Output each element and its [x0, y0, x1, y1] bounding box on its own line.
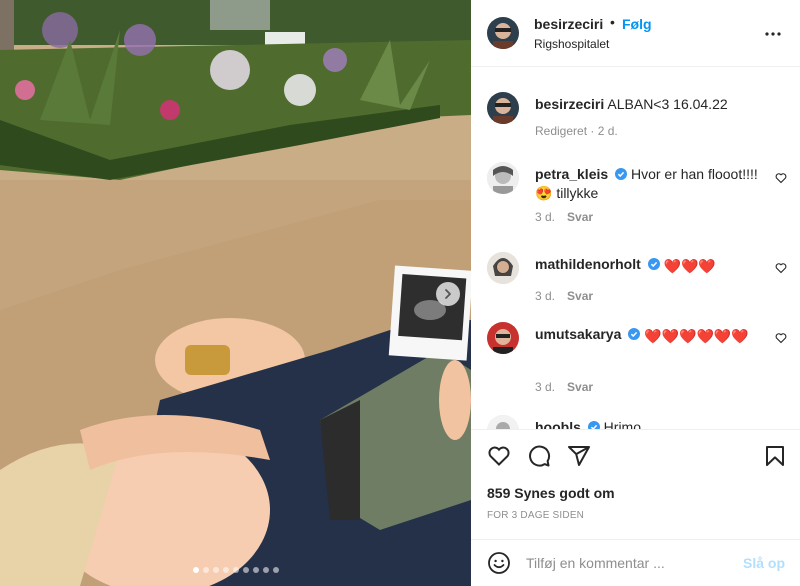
avatar-image	[487, 17, 519, 49]
heart-icon[interactable]	[775, 172, 787, 184]
heart-icon[interactable]	[775, 332, 787, 344]
carousel-dot	[232, 567, 239, 573]
avatar[interactable]	[487, 17, 519, 49]
avatar-image	[487, 415, 519, 429]
photo-scene	[0, 0, 471, 586]
verified-badge-icon	[647, 258, 660, 270]
comment-meta: 3 d. Svar	[535, 380, 605, 394]
comments-list: besirzeciri ALBAN<3 16.04.22 Redigeret ·…	[471, 67, 800, 429]
comment-time: 3 d.	[535, 210, 556, 224]
heart-icon[interactable]	[775, 262, 787, 274]
avatar-image	[487, 252, 519, 284]
follow-button[interactable]: Følg	[622, 16, 652, 32]
post-timestamp: FOR 3 DAGE SIDEN	[487, 510, 585, 521]
carousel-dot	[252, 567, 259, 573]
comment-text: ❤️❤️❤️❤️❤️❤️	[644, 328, 749, 344]
share-icon[interactable]	[567, 444, 591, 468]
carousel-dot	[202, 567, 209, 573]
carousel-dot	[222, 567, 229, 573]
reply-button[interactable]: Svar	[567, 210, 593, 224]
verified-badge-icon	[628, 328, 641, 340]
likes-count[interactable]: 859 Synes godt om	[487, 485, 615, 501]
comment-meta: 3 d. Svar	[535, 210, 605, 224]
comment-time: 3 d.	[535, 289, 556, 303]
reply-button[interactable]: Svar	[567, 380, 593, 394]
verified-badge-icon	[615, 168, 628, 180]
post-header: besirzeciri • Følg Rigshospitalet	[471, 0, 800, 67]
avatar[interactable]	[487, 322, 519, 354]
more-options-icon[interactable]	[763, 24, 783, 44]
comment-meta: 3 d. Svar	[535, 289, 605, 303]
separator: •	[610, 14, 615, 30]
comment-username[interactable]: hoobls	[535, 419, 581, 429]
avatar[interactable]	[487, 415, 519, 429]
heart-icon[interactable]	[487, 444, 511, 468]
avatar-image	[487, 162, 519, 194]
comment-username[interactable]: petra_kleis	[535, 166, 608, 182]
caption-text: ALBAN<3 16.04.22	[607, 96, 728, 112]
reply-button[interactable]: Svar	[567, 289, 593, 303]
comment-username[interactable]: mathildenorholt	[535, 256, 641, 272]
carousel-dot	[262, 567, 269, 573]
verified-badge-icon	[587, 421, 600, 429]
add-comment-bar: Slå op	[471, 539, 800, 586]
avatar[interactable]	[487, 92, 519, 124]
comment-time: 3 d.	[535, 380, 556, 394]
comment-input[interactable]	[526, 552, 726, 574]
post-comment-button[interactable]: Slå op	[743, 555, 785, 571]
carousel-dot	[272, 567, 279, 573]
post-photo	[0, 0, 471, 586]
carousel-indicator	[0, 567, 471, 573]
avatar-image	[487, 322, 519, 354]
post-location[interactable]: Rigshospitalet	[534, 37, 609, 51]
emoji-icon[interactable]	[487, 551, 511, 575]
comment-icon[interactable]	[527, 444, 551, 468]
post-sidebar: besirzeciri • Følg Rigshospitalet besirz…	[471, 0, 800, 586]
comment-text: Hrimo	[603, 419, 642, 429]
author-username[interactable]: besirzeciri	[534, 16, 603, 32]
comment-text: ❤️❤️❤️	[663, 258, 716, 274]
carousel-dot	[242, 567, 249, 573]
avatar-image	[487, 92, 519, 124]
chevron-right-icon	[445, 289, 451, 299]
post-actions: 859 Synes godt om FOR 3 DAGE SIDEN	[471, 429, 800, 539]
avatar[interactable]	[487, 252, 519, 284]
carousel-next-button[interactable]	[436, 282, 460, 306]
caption-username[interactable]: besirzeciri	[535, 96, 604, 112]
bookmark-icon[interactable]	[763, 444, 787, 468]
avatar[interactable]	[487, 162, 519, 194]
carousel-dot	[192, 567, 199, 573]
comment-username[interactable]: umutsakarya	[535, 326, 621, 342]
caption-meta: Redigeret · 2 d.	[535, 124, 618, 138]
carousel-dot	[212, 567, 219, 573]
